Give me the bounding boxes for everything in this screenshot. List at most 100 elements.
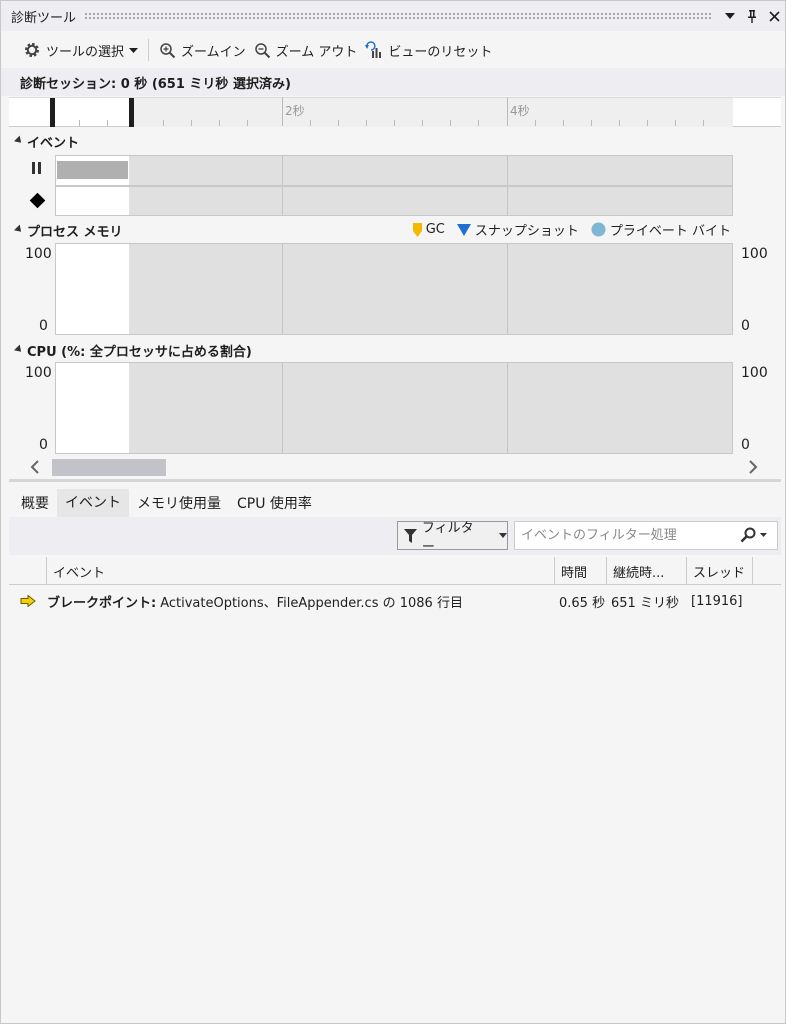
- selection-start-handle[interactable]: [50, 98, 55, 127]
- gridline: [507, 187, 508, 215]
- ruler-tick: [163, 120, 164, 126]
- ruler-tick: [310, 120, 311, 126]
- zoom-out-button[interactable]: ズーム アウト: [250, 37, 362, 63]
- gc-marker-icon: [412, 222, 422, 237]
- gridline: [507, 363, 508, 453]
- memory-chart[interactable]: [55, 243, 733, 335]
- ruler-tick: [647, 120, 648, 126]
- search-button[interactable]: [740, 527, 767, 543]
- events-grid-header: イベント 時間 継続時... スレッド: [9, 557, 781, 585]
- drag-grip[interactable]: [84, 12, 711, 20]
- tab-cpu-usage[interactable]: CPU 使用率: [229, 489, 320, 517]
- ruler-tick: [219, 120, 220, 126]
- diagnostic-tools-window: 診断ツール ツールの選択 ズームイン ズーム アウト ビューのリセット 診断セッ…: [0, 0, 786, 1024]
- select-tools-button[interactable]: ツールの選択: [19, 37, 142, 63]
- legend-gc-label: GC: [425, 222, 445, 237]
- ruler-tick: [247, 120, 248, 126]
- event-thread: [11916]: [691, 593, 743, 609]
- panel-splitter[interactable]: [9, 479, 781, 482]
- scroll-right-icon[interactable]: [747, 460, 759, 474]
- column-label: スレッド: [693, 565, 746, 581]
- window-menu-button[interactable]: [719, 5, 741, 27]
- close-button[interactable]: [763, 5, 785, 27]
- ruler-tick: [619, 120, 620, 126]
- selection-end-handle[interactable]: [129, 98, 134, 127]
- window-title: 診断ツール: [11, 10, 77, 26]
- close-icon: [768, 10, 780, 22]
- events-diagnostic-track[interactable]: [55, 186, 733, 216]
- row-duration-cell: 651 ミリ秒: [607, 592, 687, 611]
- chart-unselected-area: [129, 244, 732, 334]
- tab-strip: 概要 イベント メモリ使用量 CPU 使用率: [13, 489, 320, 517]
- ruler-tick: [191, 120, 192, 126]
- tab-label: メモリ使用量: [137, 496, 221, 512]
- ruler-tick: [675, 120, 676, 126]
- tab-summary[interactable]: 概要: [13, 489, 57, 517]
- gridline: [282, 187, 283, 215]
- title-bar: 診断ツール: [1, 1, 785, 31]
- break-event-bar[interactable]: [57, 161, 128, 179]
- toolbar-separator: [148, 39, 150, 61]
- tab-label: イベント: [65, 495, 121, 511]
- cpu-y-min: 0: [39, 437, 48, 453]
- zoom-out-icon: [254, 42, 270, 58]
- legend-gc: GC: [412, 222, 445, 237]
- gridline: [282, 156, 283, 185]
- filter-icon: [404, 528, 417, 543]
- column-header-time[interactable]: 時間: [555, 557, 607, 585]
- session-label: 診断セッション: 0 秒 (651 ミリ秒 選択済み): [20, 76, 291, 92]
- event-duration: 651 ミリ秒: [611, 595, 679, 611]
- tab-label: 概要: [21, 496, 49, 512]
- tab-label: CPU 使用率: [237, 496, 312, 512]
- ruler-tick: [703, 120, 704, 126]
- legend-snapshot-label: スナップショット: [474, 224, 579, 239]
- scroll-left-icon[interactable]: [29, 460, 41, 474]
- timeline-scrollbar[interactable]: [9, 457, 781, 477]
- diamond-icon: [29, 192, 46, 209]
- cpu-y-max-right: 100: [741, 365, 768, 381]
- column-header-event[interactable]: イベント: [47, 557, 555, 585]
- select-tools-label: ツールの選択: [46, 44, 125, 60]
- ruler-tick: [422, 120, 423, 126]
- memory-y-min: 0: [39, 318, 48, 334]
- gridline: [507, 156, 508, 185]
- collapse-triangle-icon: [14, 135, 24, 146]
- breakpoint-arrow-icon: [20, 595, 36, 607]
- dropdown-arrow-icon: [499, 533, 508, 538]
- column-header-thread[interactable]: スレッド: [687, 557, 753, 585]
- cpu-chart[interactable]: [55, 362, 733, 454]
- zoom-in-icon: [160, 42, 176, 58]
- tab-events[interactable]: イベント: [57, 489, 129, 517]
- reset-view-button[interactable]: ビューのリセット: [361, 37, 496, 63]
- cpu-section-header[interactable]: CPU (%: 全プロセッサに占める割合): [14, 341, 252, 360]
- tab-memory-usage[interactable]: メモリ使用量: [129, 489, 229, 517]
- zoom-in-button[interactable]: ズームイン: [155, 37, 250, 63]
- filter-button[interactable]: フィルター: [397, 521, 508, 555]
- dropdown-arrow-icon: [725, 13, 735, 19]
- events-break-track[interactable]: [55, 155, 733, 186]
- ruler-tick: [394, 120, 395, 126]
- legend-snapshot: スナップショット: [456, 220, 579, 239]
- row-icon-cell: [9, 595, 47, 607]
- session-info: 診断セッション: 0 秒 (651 ミリ秒 選択済み): [1, 68, 785, 96]
- timeline-ruler[interactable]: 2秒 4秒: [9, 97, 781, 127]
- memory-section-header[interactable]: プロセス メモリ: [14, 221, 123, 240]
- ruler-major-tick: [507, 97, 508, 126]
- column-header-icon[interactable]: [9, 557, 47, 585]
- gridline: [507, 244, 508, 334]
- chart-unselected-area: [129, 363, 732, 453]
- ruler-major-tick: [282, 97, 283, 126]
- event-filter-input[interactable]: [514, 521, 778, 550]
- gridline: [282, 244, 283, 334]
- ruler-tick: [450, 120, 451, 126]
- pin-button[interactable]: [741, 5, 763, 27]
- memory-y-max: 100: [25, 246, 52, 262]
- gear-icon: [25, 43, 39, 57]
- column-header-duration[interactable]: 継続時...: [607, 557, 687, 585]
- scrollbar-thumb[interactable]: [52, 459, 166, 476]
- reset-view-label: ビューのリセット: [388, 44, 493, 60]
- memory-legend: GC スナップショット プライベート バイト: [412, 220, 731, 239]
- legend-private-bytes: プライベート バイト: [591, 220, 731, 239]
- events-section-header[interactable]: イベント: [14, 132, 79, 151]
- table-row[interactable]: ブレークポイント: ActivateOptions、FileAppender.c…: [9, 587, 781, 615]
